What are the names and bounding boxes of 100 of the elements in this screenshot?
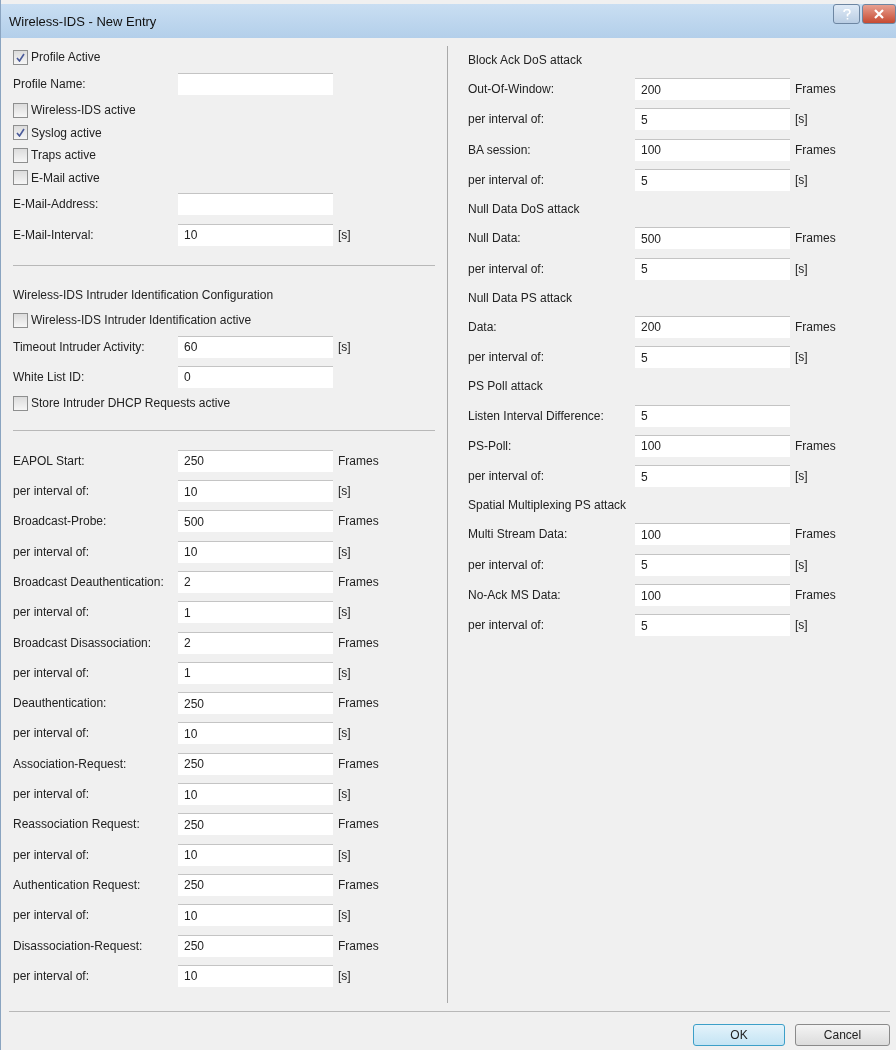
input-field[interactable]: 10 bbox=[178, 722, 333, 745]
checkbox[interactable] bbox=[13, 125, 28, 141]
unit-label: [s] bbox=[795, 261, 808, 276]
input-field[interactable]: 100 bbox=[635, 138, 790, 161]
field-label: Broadcast Deauthentication: bbox=[13, 574, 165, 589]
close-icon bbox=[874, 9, 884, 19]
field-label: per interval of: bbox=[13, 908, 91, 923]
input-field[interactable]: 5 bbox=[635, 553, 790, 576]
field-label: per interval of: bbox=[13, 968, 91, 983]
input-field[interactable]: 10 bbox=[178, 223, 333, 246]
field-label: Broadcast Disassociation: bbox=[13, 635, 153, 650]
input-field[interactable]: 1 bbox=[178, 661, 333, 684]
input-field[interactable]: 500 bbox=[635, 227, 790, 250]
unit-label: [s] bbox=[338, 605, 351, 620]
section-heading: Spatial Multiplexing PS attack bbox=[468, 497, 628, 515]
cancel-button[interactable]: Cancel bbox=[795, 1024, 890, 1046]
field-label: E-Mail-Address: bbox=[13, 197, 100, 212]
unit-label: [s] bbox=[338, 484, 351, 499]
input-field[interactable]: 1 bbox=[178, 601, 333, 624]
input-field[interactable]: 250 bbox=[178, 813, 333, 836]
checkbox[interactable] bbox=[13, 312, 28, 328]
unit-label: Frames bbox=[338, 696, 379, 711]
field-label: Timeout Intruder Activity: bbox=[13, 339, 146, 354]
unit-label: [s] bbox=[338, 227, 351, 242]
section-heading: PS Poll attack bbox=[468, 378, 544, 396]
unit-label: [s] bbox=[338, 726, 351, 741]
checkbox-label: Store Intruder DHCP Requests active bbox=[31, 396, 231, 411]
input-field[interactable]: 5 bbox=[635, 108, 790, 131]
input-field[interactable]: 10 bbox=[178, 540, 333, 563]
input-field[interactable]: 200 bbox=[635, 78, 790, 101]
checkmark-icon bbox=[16, 52, 25, 62]
unit-label: Frames bbox=[795, 527, 836, 542]
field-label: BA session: bbox=[468, 142, 532, 157]
unit-label: Frames bbox=[795, 319, 836, 334]
unit-label: [s] bbox=[795, 350, 808, 365]
checkbox[interactable] bbox=[13, 49, 28, 65]
unit-label: Frames bbox=[795, 82, 836, 97]
input-field[interactable]: 10 bbox=[178, 783, 333, 806]
input-field[interactable]: 250 bbox=[178, 873, 333, 896]
input-field[interactable] bbox=[178, 72, 333, 95]
unit-label: Frames bbox=[338, 938, 379, 953]
field-label: per interval of: bbox=[468, 112, 546, 127]
unit-label: Frames bbox=[338, 635, 379, 650]
input-field[interactable]: 5 bbox=[635, 169, 790, 192]
input-field[interactable]: 2 bbox=[178, 570, 333, 593]
checkbox[interactable] bbox=[13, 395, 28, 411]
input-field[interactable]: 500 bbox=[178, 510, 333, 533]
input-field[interactable] bbox=[178, 193, 333, 216]
checkbox[interactable] bbox=[13, 170, 28, 186]
field-label: Null Data: bbox=[468, 231, 522, 246]
input-field[interactable]: 0 bbox=[178, 365, 333, 388]
field-label: per interval of: bbox=[468, 173, 546, 188]
field-label: per interval of: bbox=[468, 557, 546, 572]
field-label: EAPOL Start: bbox=[13, 453, 86, 468]
checkbox[interactable] bbox=[13, 147, 28, 163]
section-heading: Null Data PS attack bbox=[468, 289, 574, 307]
input-field[interactable]: 5 bbox=[635, 346, 790, 369]
field-label: Profile Name: bbox=[13, 76, 87, 91]
ok-button[interactable]: OK bbox=[693, 1024, 785, 1046]
unit-label: Frames bbox=[795, 231, 836, 246]
checkbox-label: Wireless-IDS Intruder Identification active bbox=[31, 313, 252, 328]
input-field[interactable]: 2 bbox=[178, 631, 333, 654]
input-field[interactable]: 10 bbox=[178, 964, 333, 987]
input-field[interactable]: 10 bbox=[178, 843, 333, 866]
field-label: Broadcast-Probe: bbox=[13, 514, 108, 529]
unit-label: [s] bbox=[795, 469, 808, 484]
help-button[interactable] bbox=[833, 4, 860, 24]
field-label: Deauthentication: bbox=[13, 696, 108, 711]
input-field[interactable]: 250 bbox=[178, 934, 333, 957]
input-field[interactable]: 5 bbox=[635, 614, 790, 637]
field-label: per interval of: bbox=[13, 787, 91, 802]
field-label: No-Ack MS Data: bbox=[468, 588, 562, 602]
checkbox-label: Wireless-IDS active bbox=[31, 103, 136, 118]
field-label: Out-Of-Window: bbox=[468, 82, 555, 97]
field-label: Reassociation Request: bbox=[13, 817, 141, 832]
input-field[interactable]: 5 bbox=[635, 257, 790, 280]
input-field[interactable]: 250 bbox=[178, 692, 333, 715]
close-button[interactable] bbox=[862, 4, 896, 24]
field-label: Data: bbox=[468, 319, 498, 334]
input-field[interactable]: 10 bbox=[178, 904, 333, 927]
input-field[interactable]: 250 bbox=[178, 449, 333, 472]
unit-label: [s] bbox=[338, 665, 351, 680]
field-label: per interval of: bbox=[468, 350, 546, 365]
help-icon bbox=[842, 8, 851, 20]
input-field[interactable]: 100 bbox=[635, 434, 790, 457]
input-field[interactable]: 5 bbox=[635, 404, 790, 427]
input-field[interactable]: 250 bbox=[178, 752, 333, 775]
checkmark-icon bbox=[16, 128, 25, 138]
input-field[interactable]: 5 bbox=[635, 465, 790, 488]
field-label: per interval of: bbox=[13, 544, 91, 559]
field-label: per interval of: bbox=[13, 847, 91, 862]
input-field[interactable]: 100 bbox=[635, 584, 790, 606]
input-field[interactable]: 60 bbox=[178, 335, 333, 358]
unit-label: [s] bbox=[795, 112, 808, 127]
field-label: per interval of: bbox=[13, 665, 91, 680]
input-field[interactable]: 100 bbox=[635, 523, 790, 546]
input-field[interactable]: 10 bbox=[178, 480, 333, 503]
input-field[interactable]: 200 bbox=[635, 315, 790, 338]
checkbox-label: Traps active bbox=[31, 148, 96, 163]
checkbox[interactable] bbox=[13, 102, 28, 118]
